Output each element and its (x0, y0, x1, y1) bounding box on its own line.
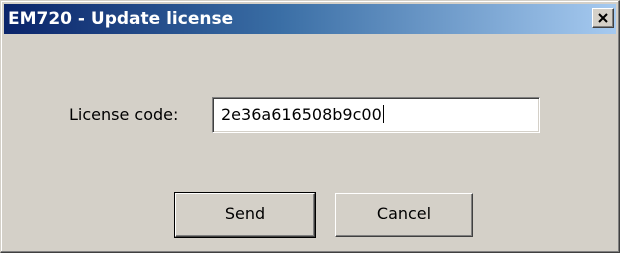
send-button-label: Send (224, 204, 266, 223)
license-code-value: 2e36a616508b9c00 (221, 105, 384, 125)
cancel-button[interactable]: Cancel (335, 193, 473, 237)
text-caret (382, 105, 384, 123)
close-button[interactable] (592, 8, 614, 28)
license-code-text: 2e36a616508b9c00 (221, 105, 382, 124)
window-title: EM720 - Update license (8, 9, 234, 29)
send-button[interactable]: Send (174, 192, 316, 238)
license-code-label: License code: (69, 105, 179, 124)
update-license-dialog: EM720 - Update license License code: 2e3… (0, 0, 620, 253)
cancel-button-label: Cancel (376, 204, 432, 223)
license-code-input[interactable]: 2e36a616508b9c00 (212, 97, 540, 133)
close-icon (598, 13, 608, 23)
title-bar[interactable]: EM720 - Update license (4, 4, 616, 34)
